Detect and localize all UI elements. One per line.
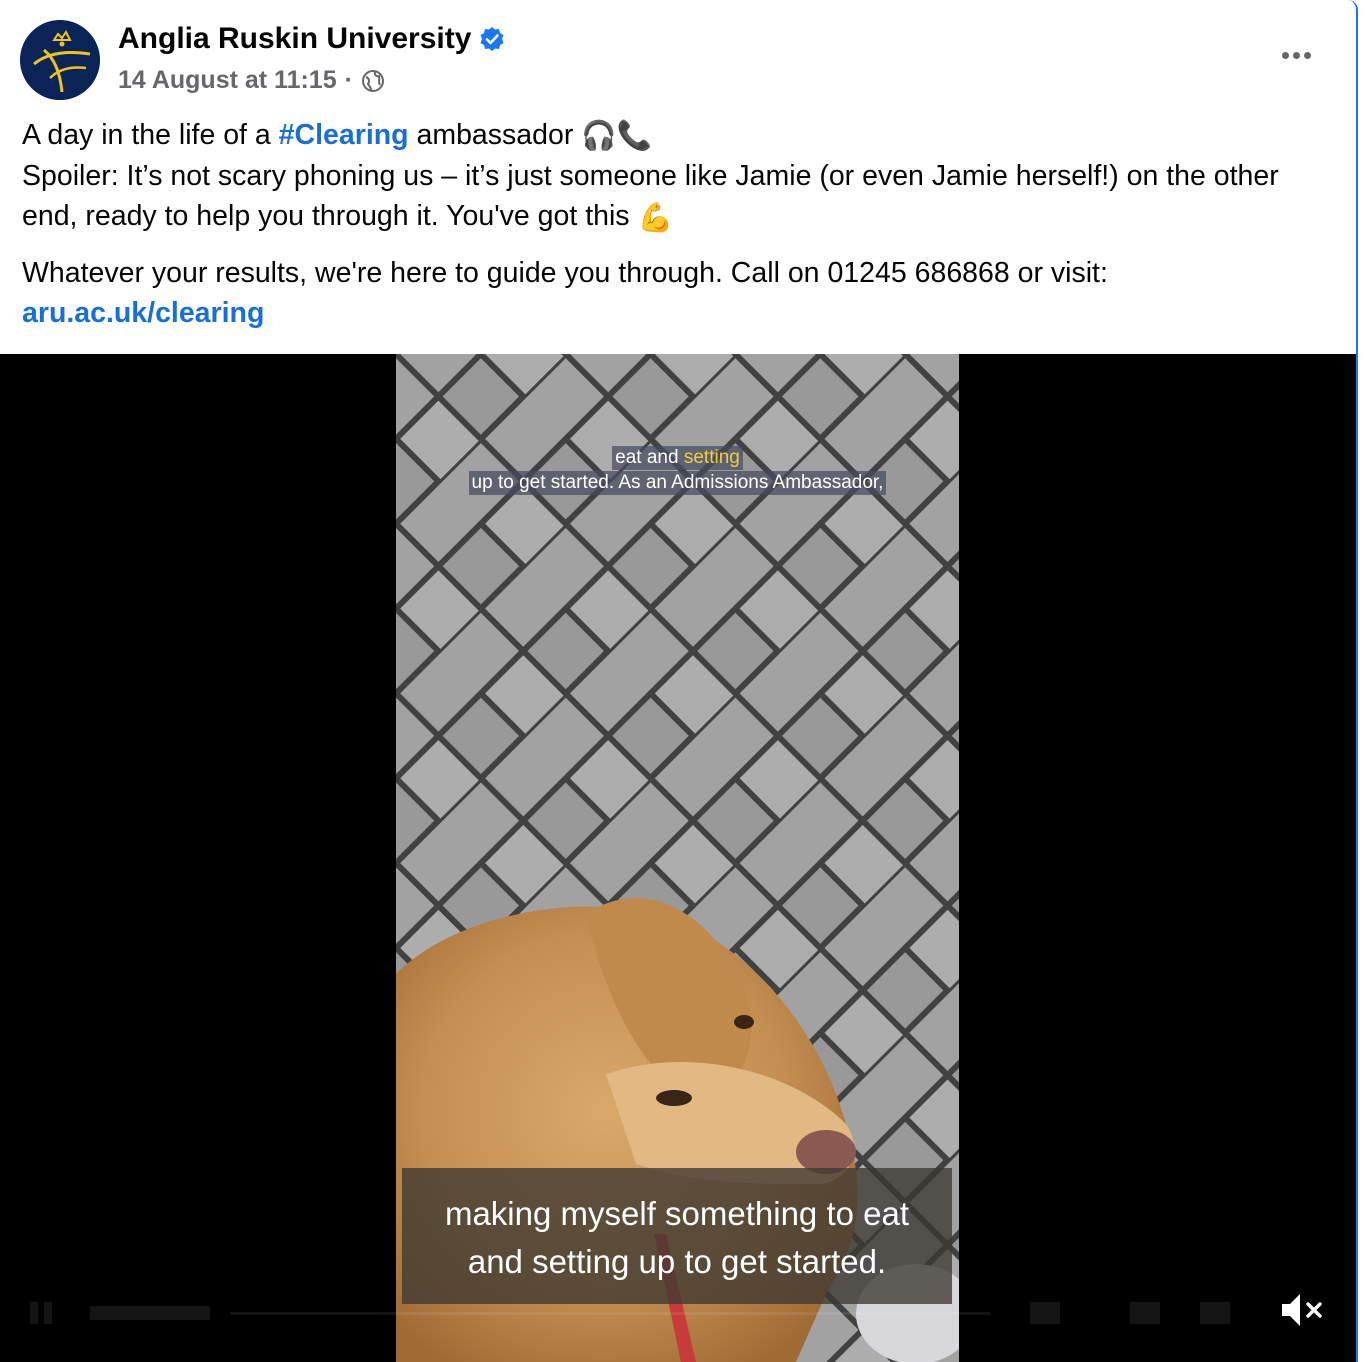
video-player[interactable]: eat and setting up to get started. As an… (0, 354, 1356, 1362)
caption-line-2: and setting up to get started. (467, 1243, 887, 1280)
post-text: A day in the life of a #Clearing ambassa… (22, 115, 1332, 333)
verified-badge-icon (479, 26, 505, 52)
post-timestamp[interactable]: 14 August at 11:15 (118, 66, 337, 95)
top-subtitle-line-2: up to get started. As an Admissions Amba… (396, 471, 959, 495)
meta-separator: · (344, 66, 353, 94)
headphones-phone-emoji: 🎧📞 (581, 120, 653, 153)
top-subtitle-text-a: eat and (615, 447, 684, 468)
text-line1-after: ambassador (408, 119, 582, 151)
aru-logo-icon (20, 20, 100, 100)
top-subtitle-line-1: eat and setting (396, 446, 959, 470)
text-line3: Whatever your results, we're here to gui… (22, 256, 1108, 289)
clearing-website-link[interactable]: aru.ac.uk/clearing (22, 297, 264, 329)
clearing-hashtag-link[interactable]: #Clearing (279, 119, 409, 151)
facebook-post: Anglia Ruskin University 14 August at 11… (0, 0, 1358, 1362)
page-avatar[interactable] (20, 20, 100, 100)
faded-player-controls (30, 1302, 1230, 1324)
text-line1-before: A day in the life of a (22, 119, 279, 151)
author-name[interactable]: Anglia Ruskin University (118, 22, 471, 56)
top-subtitle-highlight: setting (683, 447, 740, 468)
post-meta: 14 August at 11:15 · (118, 66, 385, 95)
more-options-icon[interactable] (1276, 40, 1316, 70)
muted-speaker-icon[interactable] (1276, 1288, 1326, 1332)
post-header: Anglia Ruskin University 14 August at 11… (20, 20, 1336, 100)
page-name-link[interactable]: Anglia Ruskin University (118, 22, 505, 56)
post-text-paragraph-2: Whatever your results, we're here to gui… (22, 253, 1332, 333)
flexed-biceps-emoji: 💪 (637, 201, 673, 234)
video-caption: making myself something to eat and setti… (402, 1168, 952, 1304)
caption-line-1: making myself something to eat (444, 1195, 910, 1232)
globe-icon (361, 69, 385, 93)
post-text-paragraph-1: A day in the life of a #Clearing ambassa… (22, 115, 1332, 238)
top-subtitle-text-b: up to get started. As an Admissions Amba… (468, 471, 887, 495)
